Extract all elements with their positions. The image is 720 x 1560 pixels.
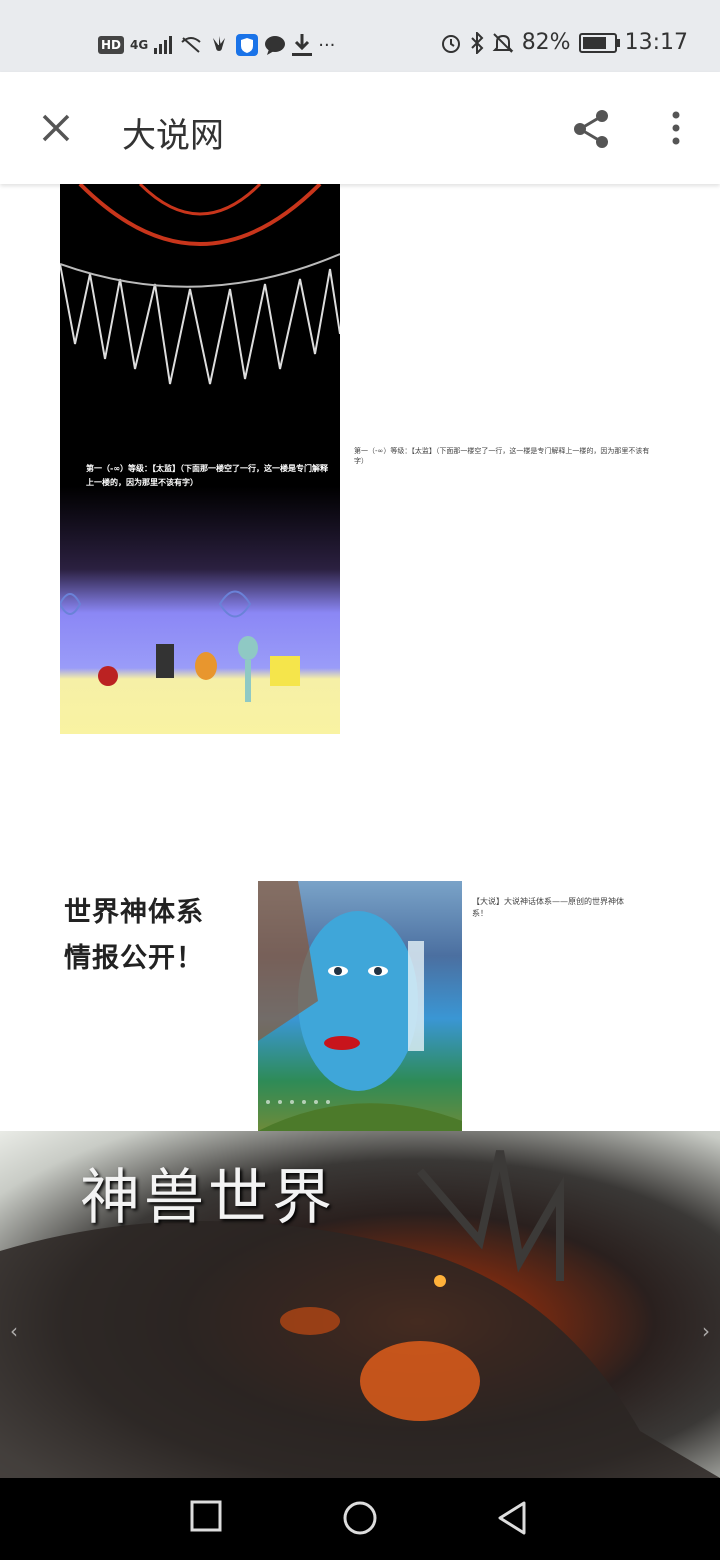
clock: 13:17 bbox=[624, 30, 688, 55]
shield-app-icon bbox=[236, 34, 259, 56]
wifi-off-icon bbox=[181, 37, 201, 53]
carousel-next-icon[interactable]: › bbox=[702, 1319, 710, 1343]
status-icons-left: HD 4G ··· bbox=[98, 32, 335, 58]
world-god-system-text: 世界神体系 情报公开！ bbox=[64, 890, 204, 982]
close-icon[interactable] bbox=[38, 110, 74, 146]
more-dots-icon: ··· bbox=[318, 34, 336, 56]
alarm-icon bbox=[441, 34, 460, 53]
dragon-title: 神兽世界 bbox=[80, 1163, 336, 1233]
more-options-icon[interactable] bbox=[664, 110, 688, 146]
spongebob-image[interactable]: 第一（-∞）等级：【太监】（下面那一楼空了一行，这一楼是专门解释上一楼的，因为那… bbox=[60, 184, 340, 734]
chat-icon bbox=[265, 36, 286, 55]
hd-icon: HD bbox=[98, 36, 125, 54]
huawei-icon bbox=[213, 36, 226, 51]
mute-icon bbox=[492, 32, 514, 53]
battery-fill bbox=[582, 36, 606, 49]
signal-icon: 4G bbox=[130, 38, 149, 52]
bluetooth-icon bbox=[470, 31, 484, 54]
recents-button[interactable] bbox=[190, 1500, 222, 1532]
navigation-bar bbox=[0, 1478, 720, 1560]
page-title: 大说网 bbox=[122, 116, 224, 156]
image1-text: 第一（-∞）等级：【太监】（下面那一楼空了一行，这一楼是专门解释上一楼的，因为那… bbox=[86, 464, 328, 487]
face-landscape-image[interactable] bbox=[258, 881, 462, 1131]
face-art bbox=[258, 881, 462, 1131]
block2-line2: 情报公开！ bbox=[64, 943, 204, 974]
page-content[interactable]: 第一（-∞）等级：【太监】（下面那一楼空了一行，这一楼是专门解释上一楼的，因为那… bbox=[0, 184, 720, 1478]
block2-line1: 世界神体系 bbox=[64, 897, 204, 928]
caption-1: 第一（-∞）等级：【太监】（下面那一楼空了一行，这一楼是专门解释上一楼的，因为那… bbox=[354, 447, 650, 465]
dragon-banner[interactable]: 神兽世界 ‹ › bbox=[0, 1131, 720, 1478]
caption-2: 【大说】大说神话体系——原创的世界神体系！ bbox=[472, 897, 624, 918]
home-button[interactable] bbox=[342, 1500, 378, 1536]
bikini-bottom-scene bbox=[60, 590, 300, 702]
share-icon[interactable] bbox=[570, 108, 612, 150]
carousel-prev-icon[interactable]: ‹ bbox=[10, 1319, 18, 1343]
status-bar: HD 4G ··· 82% 13:17 bbox=[0, 0, 720, 72]
teeth-graphic bbox=[60, 184, 340, 385]
signal-bars-icon bbox=[154, 36, 173, 54]
back-button[interactable] bbox=[496, 1500, 528, 1536]
battery-icon bbox=[578, 32, 620, 53]
download-icon bbox=[292, 34, 313, 56]
battery-percent: 82% bbox=[521, 30, 571, 55]
app-bar: 大说网 bbox=[0, 72, 720, 184]
status-icons-right: 82% 13:17 bbox=[440, 30, 688, 55]
